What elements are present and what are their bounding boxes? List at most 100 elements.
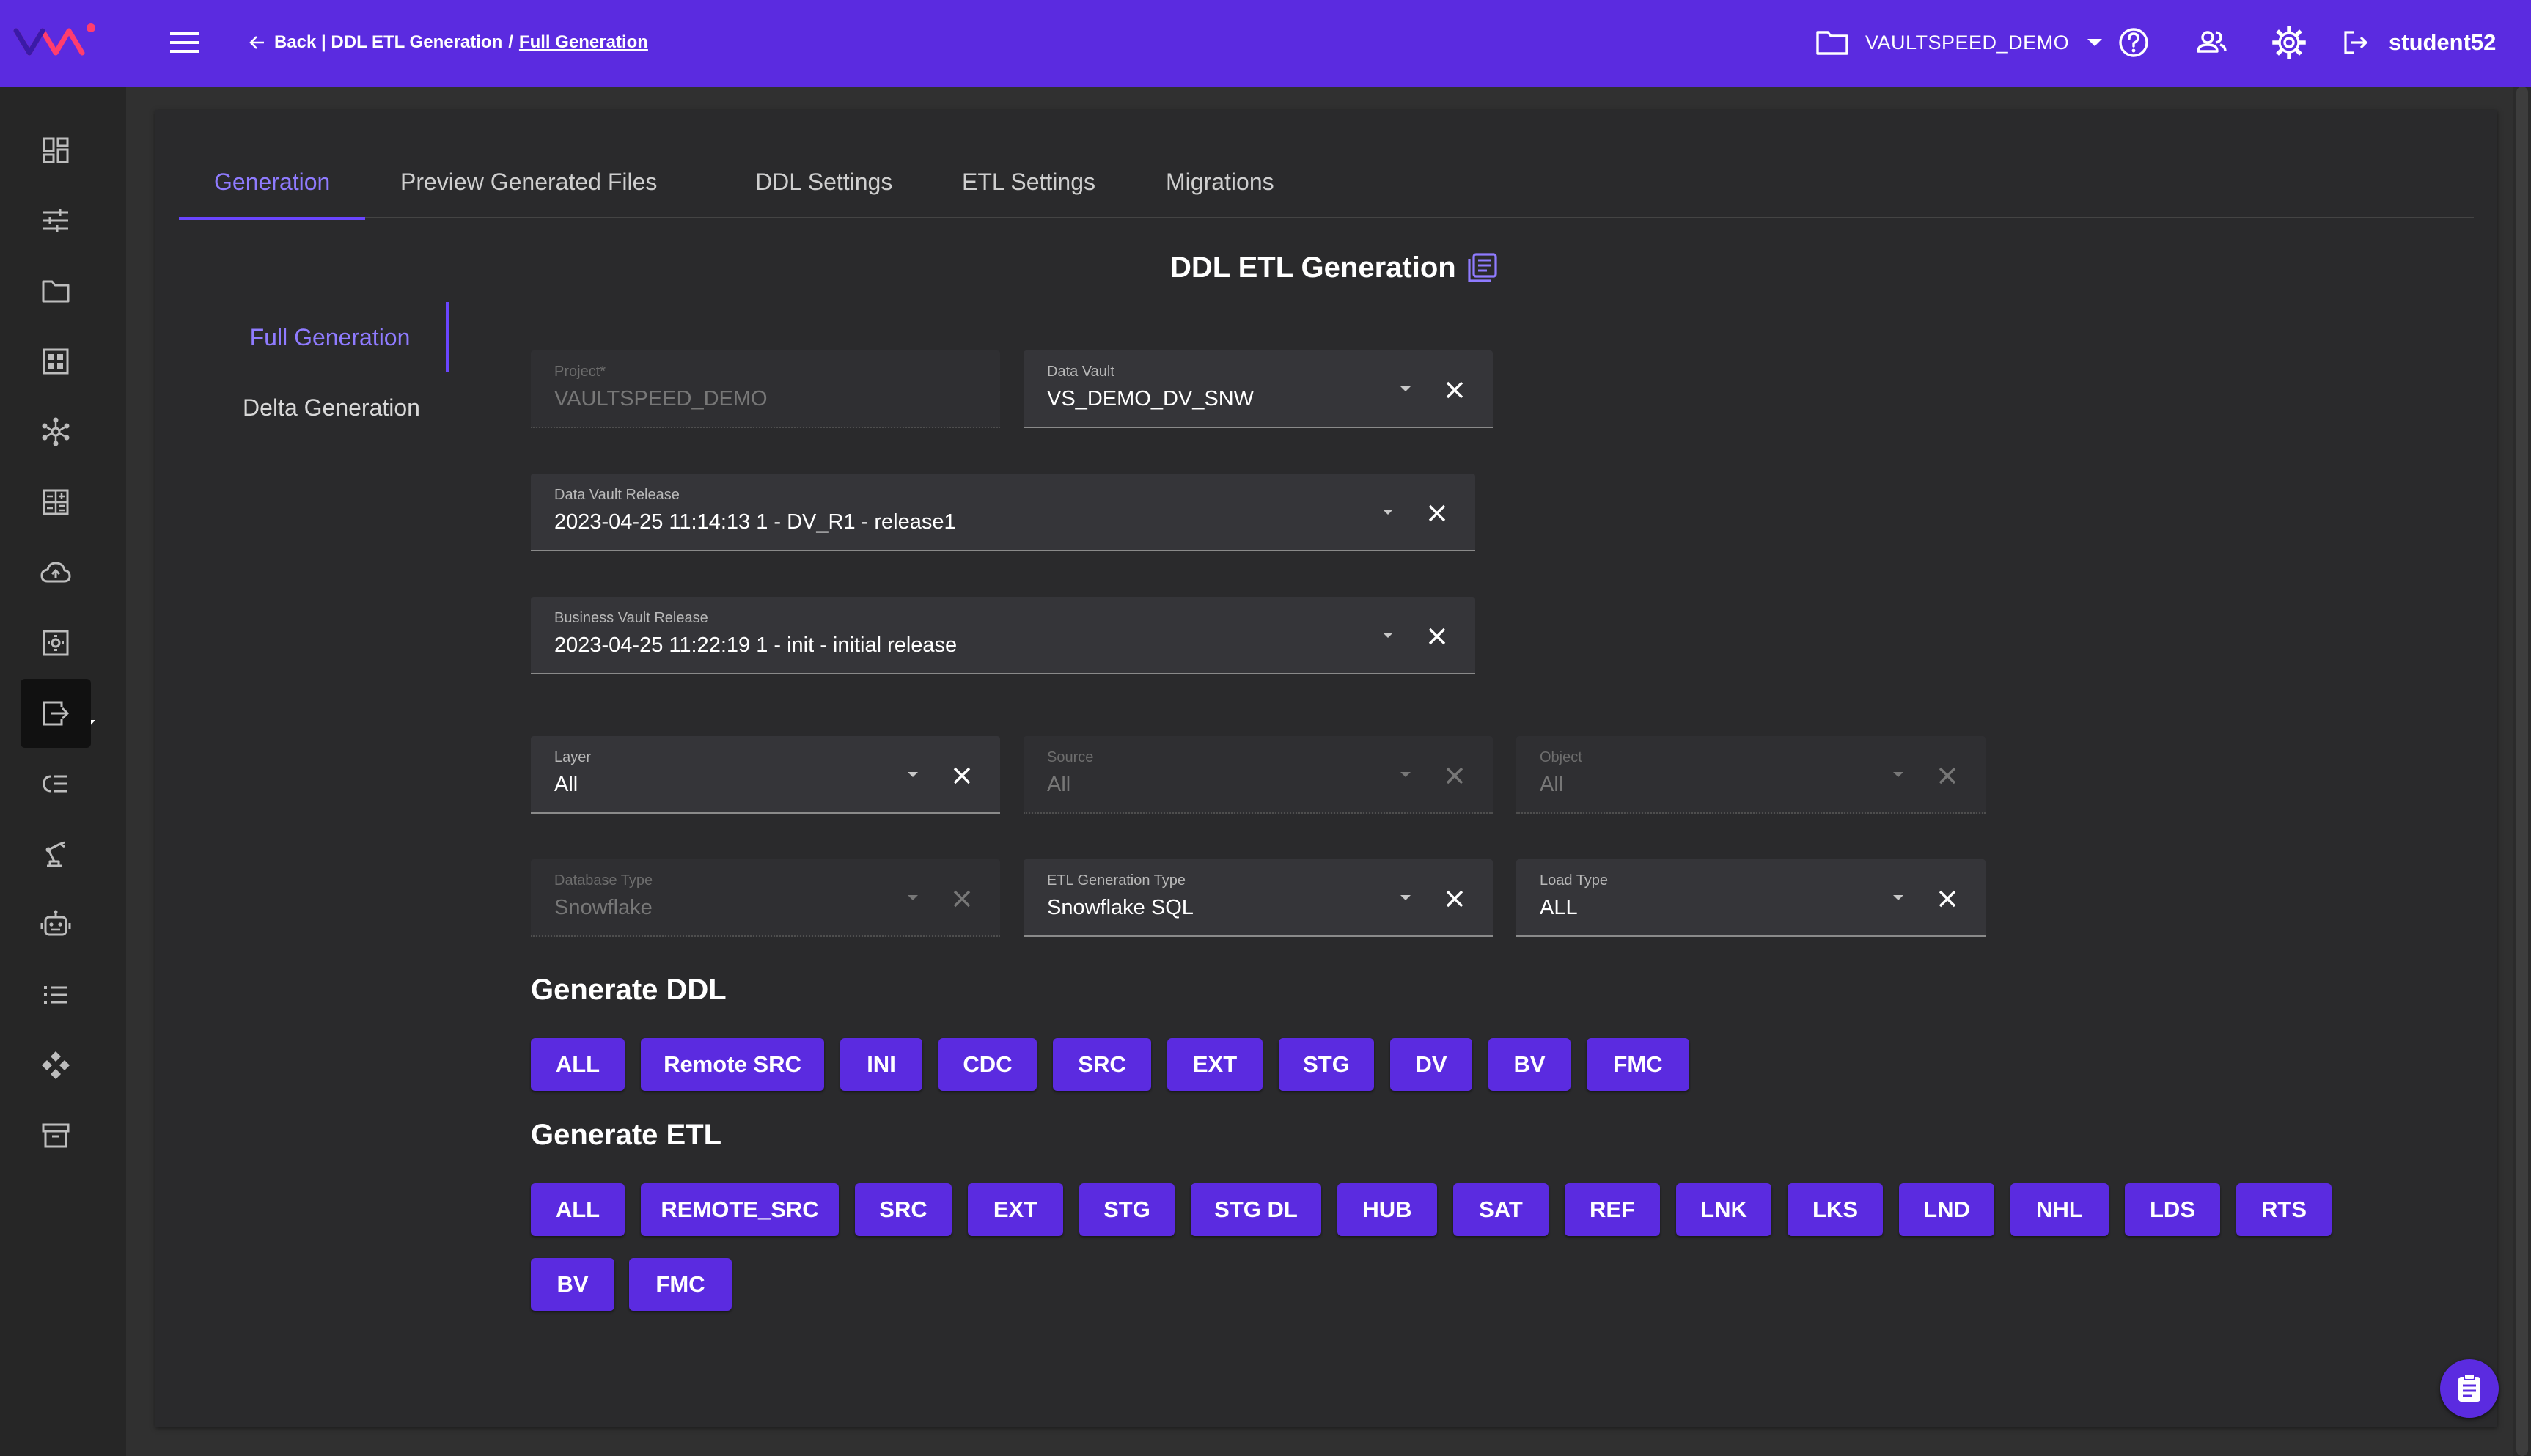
breadcrumb-current[interactable]: Full Generation (519, 32, 648, 53)
tab-generation[interactable]: Generation (179, 145, 366, 220)
sidebar-item-archive[interactable] (21, 1101, 91, 1170)
chevron-down-icon[interactable] (1378, 629, 1397, 642)
ddl-button-all[interactable]: ALL (531, 1038, 625, 1091)
sidebar-item-robot[interactable] (21, 890, 91, 959)
chevron-down-icon[interactable] (1396, 383, 1415, 396)
sidebar-item-generation[interactable] (21, 679, 91, 748)
clipboard-fab[interactable] (2440, 1359, 2499, 1418)
subnav-full-generation[interactable]: Full Generation (214, 302, 449, 372)
data-vault-value: VS_DEMO_DV_SNW (1047, 387, 1255, 411)
etl-button-ref[interactable]: REF (1565, 1183, 1660, 1236)
export-icon (43, 701, 70, 726)
ddl-button-ini[interactable]: INI (840, 1038, 922, 1091)
scrollbar-thumb[interactable] (2516, 87, 2528, 1456)
subnav-delta-generation[interactable]: Delta Generation (214, 372, 449, 443)
page-title-text: DDL ETL Generation (1170, 251, 1456, 284)
close-icon (1446, 767, 1463, 784)
logout-icon[interactable] (2342, 29, 2370, 56)
sidebar (0, 87, 126, 1456)
etl-button-lnd[interactable]: LND (1899, 1183, 1994, 1236)
etl-button-bv[interactable]: BV (531, 1258, 614, 1311)
chevron-down-icon[interactable] (1889, 891, 1908, 905)
close-icon[interactable] (949, 762, 975, 789)
etl-button-hub[interactable]: HUB (1337, 1183, 1437, 1236)
tune-icon (43, 209, 68, 232)
etl-type-value: Snowflake SQL (1047, 896, 1194, 919)
sidebar-item-dashboard[interactable] (21, 116, 91, 185)
etl-button-rts[interactable]: RTS (2236, 1183, 2332, 1236)
tab-migrations[interactable]: Migrations (1131, 145, 1309, 218)
etl-button-fmc[interactable]: FMC (629, 1258, 732, 1311)
robot-icon (40, 910, 71, 936)
chevron-down-icon[interactable] (1378, 506, 1397, 519)
close-icon[interactable] (1424, 500, 1450, 526)
etl-button-sat[interactable]: SAT (1453, 1183, 1549, 1236)
close-icon[interactable] (1934, 886, 1961, 912)
chevron-down-icon[interactable] (1396, 891, 1415, 905)
tab-etl-settings[interactable]: ETL Settings (927, 145, 1131, 218)
load-type-select[interactable]: Load Type ALL (1516, 859, 1986, 937)
hub-network-icon (42, 417, 70, 446)
etl-button-lks[interactable]: LKS (1788, 1183, 1883, 1236)
help-icon[interactable] (2115, 23, 2153, 62)
sidebar-item-calculator[interactable] (21, 468, 91, 537)
page-title: DDL ETL Generation (1170, 248, 1499, 287)
ddl-button-fmc[interactable]: FMC (1587, 1038, 1689, 1091)
data-vault-select[interactable]: Data Vault VS_DEMO_DV_SNW (1024, 350, 1493, 428)
etl-button-stg-dl[interactable]: STG DL (1191, 1183, 1321, 1236)
hamburger-menu-icon[interactable] (167, 28, 202, 57)
ddl-button-src[interactable]: SRC (1053, 1038, 1151, 1091)
sidebar-item-cloud-upload[interactable] (21, 538, 91, 607)
ddl-button-stg[interactable]: STG (1279, 1038, 1374, 1091)
etl-button-lnk[interactable]: LNK (1676, 1183, 1771, 1236)
breadcrumb-back-link[interactable]: Back | DDL ETL Generation (274, 32, 502, 53)
tab-preview-generated-files[interactable]: Preview Generated Files (365, 145, 692, 218)
sidebar-item-grid[interactable] (21, 327, 91, 396)
etl-button-remote-src[interactable]: REMOTE_SRC (641, 1183, 839, 1236)
chevron-down-icon[interactable] (903, 768, 922, 782)
document-icon[interactable] (1466, 251, 1499, 284)
ddl-button-cdc[interactable]: CDC (938, 1038, 1037, 1091)
etl-button-src[interactable]: SRC (855, 1183, 952, 1236)
ddl-button-dv[interactable]: DV (1390, 1038, 1472, 1091)
sidebar-item-list-tree[interactable] (21, 749, 91, 818)
tab-ddl-settings[interactable]: DDL Settings (720, 145, 927, 218)
source-value: All (1047, 773, 1071, 796)
etl-button-ext[interactable]: EXT (968, 1183, 1063, 1236)
etl-button-nhl[interactable]: NHL (2010, 1183, 2109, 1236)
sidebar-item-hub[interactable] (21, 397, 91, 466)
sidebar-item-list[interactable] (21, 960, 91, 1029)
load-type-label: Load Type (1540, 872, 1609, 889)
close-icon[interactable] (1441, 377, 1468, 403)
sidebar-item-tune[interactable] (21, 186, 91, 255)
sidebar-item-settings-box[interactable] (21, 608, 91, 677)
data-vault-release-select[interactable]: Data Vault Release 2023-04-25 11:14:13 1… (531, 474, 1475, 551)
sidebar-item-robot-arm[interactable] (21, 820, 91, 889)
sidebar-item-move[interactable] (21, 1031, 91, 1100)
dashboard-icon (43, 137, 69, 163)
gear-icon[interactable] (2270, 23, 2308, 62)
etl-button-lds[interactable]: LDS (2125, 1183, 2220, 1236)
chevron-down-icon (1400, 772, 1411, 777)
close-icon[interactable] (1441, 886, 1468, 912)
close-icon[interactable] (1424, 623, 1450, 650)
etl-button-stg[interactable]: STG (1079, 1183, 1175, 1236)
etl-generation-type-select[interactable]: ETL Generation Type Snowflake SQL (1024, 859, 1493, 937)
chevron-down-icon (1893, 772, 1903, 777)
layer-select[interactable]: Layer All (531, 736, 1000, 814)
breadcrumb: Back | DDL ETL Generation / Full Generat… (248, 29, 648, 56)
data-vault-label: Data Vault (1047, 364, 1114, 380)
ddl-button-ext[interactable]: EXT (1167, 1038, 1263, 1091)
vaultspeed-logo[interactable] (13, 21, 98, 65)
page-scrollbar[interactable] (2513, 87, 2531, 1456)
etl-button-all[interactable]: ALL (531, 1183, 625, 1236)
ddl-button-remote-src[interactable]: Remote SRC (641, 1038, 824, 1091)
sidebar-item-projects[interactable] (21, 257, 91, 326)
user-menu[interactable]: student52 (2342, 22, 2496, 63)
business-vault-release-select[interactable]: Business Vault Release 2023-04-25 11:22:… (531, 597, 1475, 674)
ddl-button-bv[interactable]: BV (1488, 1038, 1571, 1091)
arrow-left-icon[interactable] (248, 33, 267, 52)
project-selector[interactable]: VAULTSPEED_DEMO (1815, 22, 2104, 63)
source-label: Source (1047, 749, 1094, 765)
users-icon[interactable] (2192, 23, 2230, 62)
